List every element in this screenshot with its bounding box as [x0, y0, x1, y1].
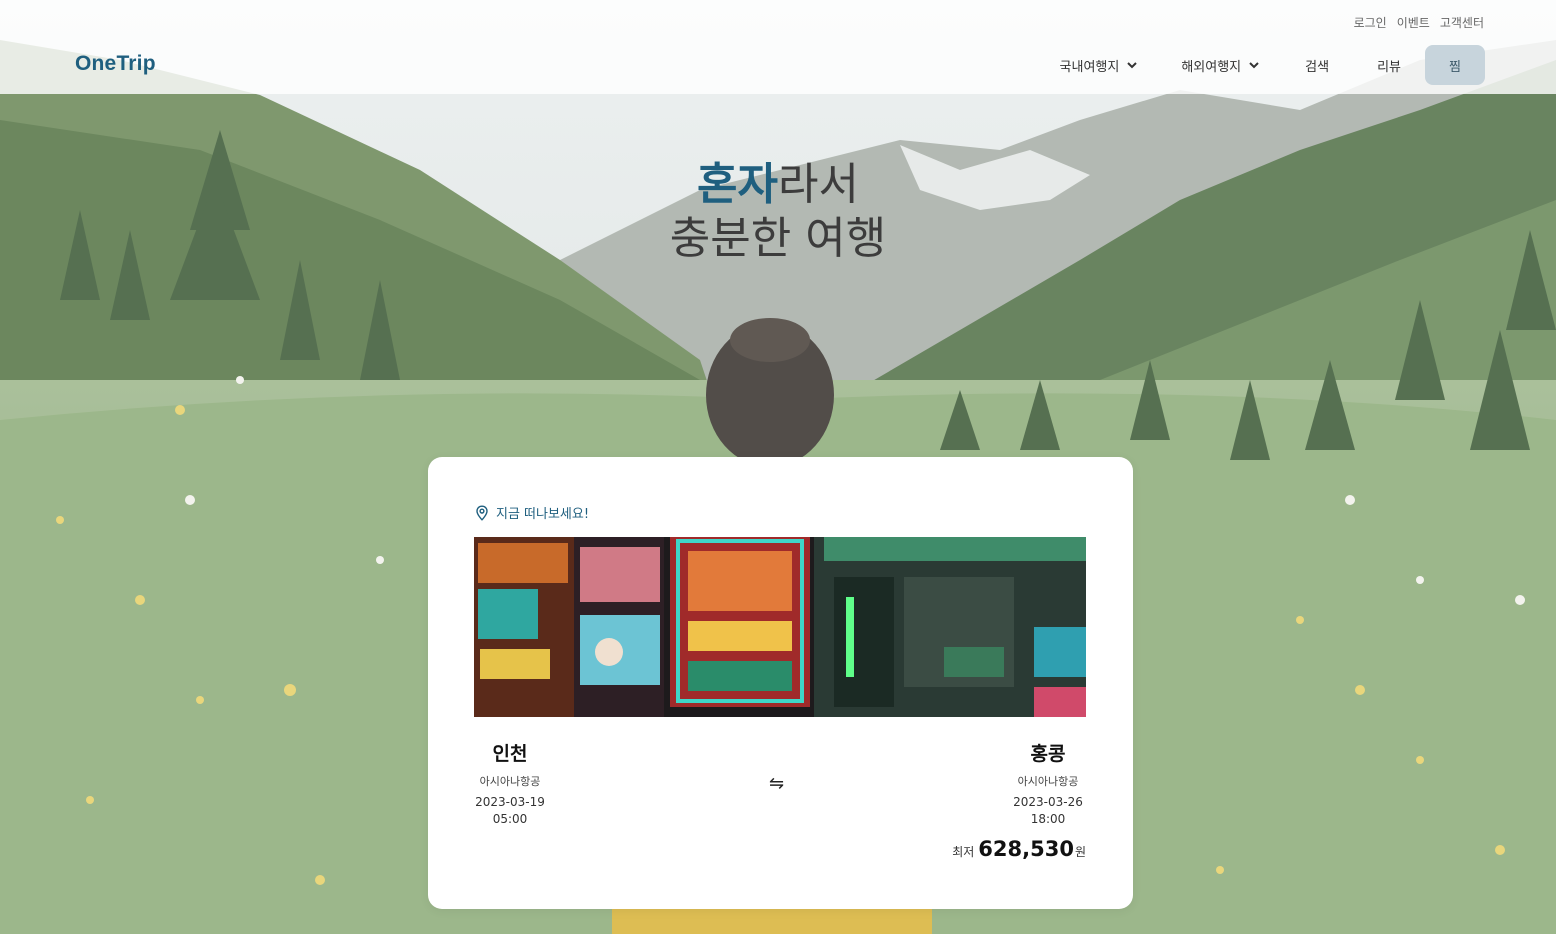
hero-line-2: 충분한 여행 — [669, 213, 887, 264]
site-logo[interactable]: OneTrip — [75, 52, 156, 76]
nav-search[interactable]: 검색 — [1305, 56, 1329, 75]
hero-line-1: 혼자라서 — [0, 158, 1556, 212]
destination-photo — [474, 537, 1086, 717]
departure-date: 2023-03-19 — [475, 795, 545, 809]
arrival-date: 2023-03-26 — [1013, 795, 1083, 809]
utility-menu: 로그인 이벤트 고객센터 — [1354, 14, 1484, 31]
swap-icon[interactable]: ⇋ — [769, 773, 784, 794]
nav-domestic-label: 국내여행지 — [1059, 59, 1120, 75]
price-unit: 원 — [1074, 845, 1086, 859]
chevron-down-icon — [1249, 60, 1259, 70]
arrival-info: 홍콩 아시아나항공 2023-03-26 18:00 — [1003, 739, 1093, 828]
card-label: 지금 떠나보세요! — [474, 503, 589, 522]
login-link[interactable]: 로그인 — [1354, 14, 1387, 31]
hero-line-1-rest: 라서 — [778, 159, 859, 210]
nav-domestic-destinations[interactable]: 국내여행지 — [1060, 56, 1138, 75]
nav-overseas-destinations[interactable]: 해외여행지 — [1181, 56, 1259, 75]
lowest-price: 최저 628,530 원 — [952, 837, 1086, 861]
customer-center-link[interactable]: 고객센터 — [1440, 14, 1484, 31]
wishlist-button[interactable]: 찜 — [1425, 45, 1485, 85]
hero-headline: 혼자라서 충분한 여행 — [0, 158, 1556, 266]
price-prefix: 최저 — [952, 845, 975, 859]
departure-info: 인천 아시아나항공 2023-03-19 05:00 — [465, 739, 555, 828]
departure-airline: 아시아나항공 — [479, 775, 541, 788]
arrival-city: 홍콩 — [1030, 743, 1066, 765]
chevron-down-icon — [1127, 60, 1138, 70]
location-pin-icon — [474, 504, 490, 521]
hero-accent: 혼자 — [697, 159, 778, 210]
departure-time: 05:00 — [492, 812, 528, 826]
price-amount: 628,530 — [978, 837, 1074, 861]
card-label-text: 지금 떠나보세요! — [496, 507, 590, 522]
arrival-time: 18:00 — [1030, 812, 1066, 826]
main-nav: 국내여행지 해외여행지 검색 리뷰 찜 — [1060, 45, 1485, 85]
arrival-airline: 아시아나항공 — [1017, 775, 1079, 788]
event-link[interactable]: 이벤트 — [1397, 14, 1430, 31]
nav-review[interactable]: 리뷰 — [1377, 56, 1401, 75]
flight-deal-card[interactable]: 지금 떠나보세요! 인천 아시아나항공 2023-03-19 05:00 ⇋ 홍… — [428, 457, 1133, 909]
nav-overseas-label: 해외여행지 — [1181, 59, 1242, 75]
site-header: 로그인 이벤트 고객센터 OneTrip 국내여행지 해외여행지 검색 리뷰 찜 — [0, 0, 1556, 94]
departure-city: 인천 — [492, 743, 528, 765]
